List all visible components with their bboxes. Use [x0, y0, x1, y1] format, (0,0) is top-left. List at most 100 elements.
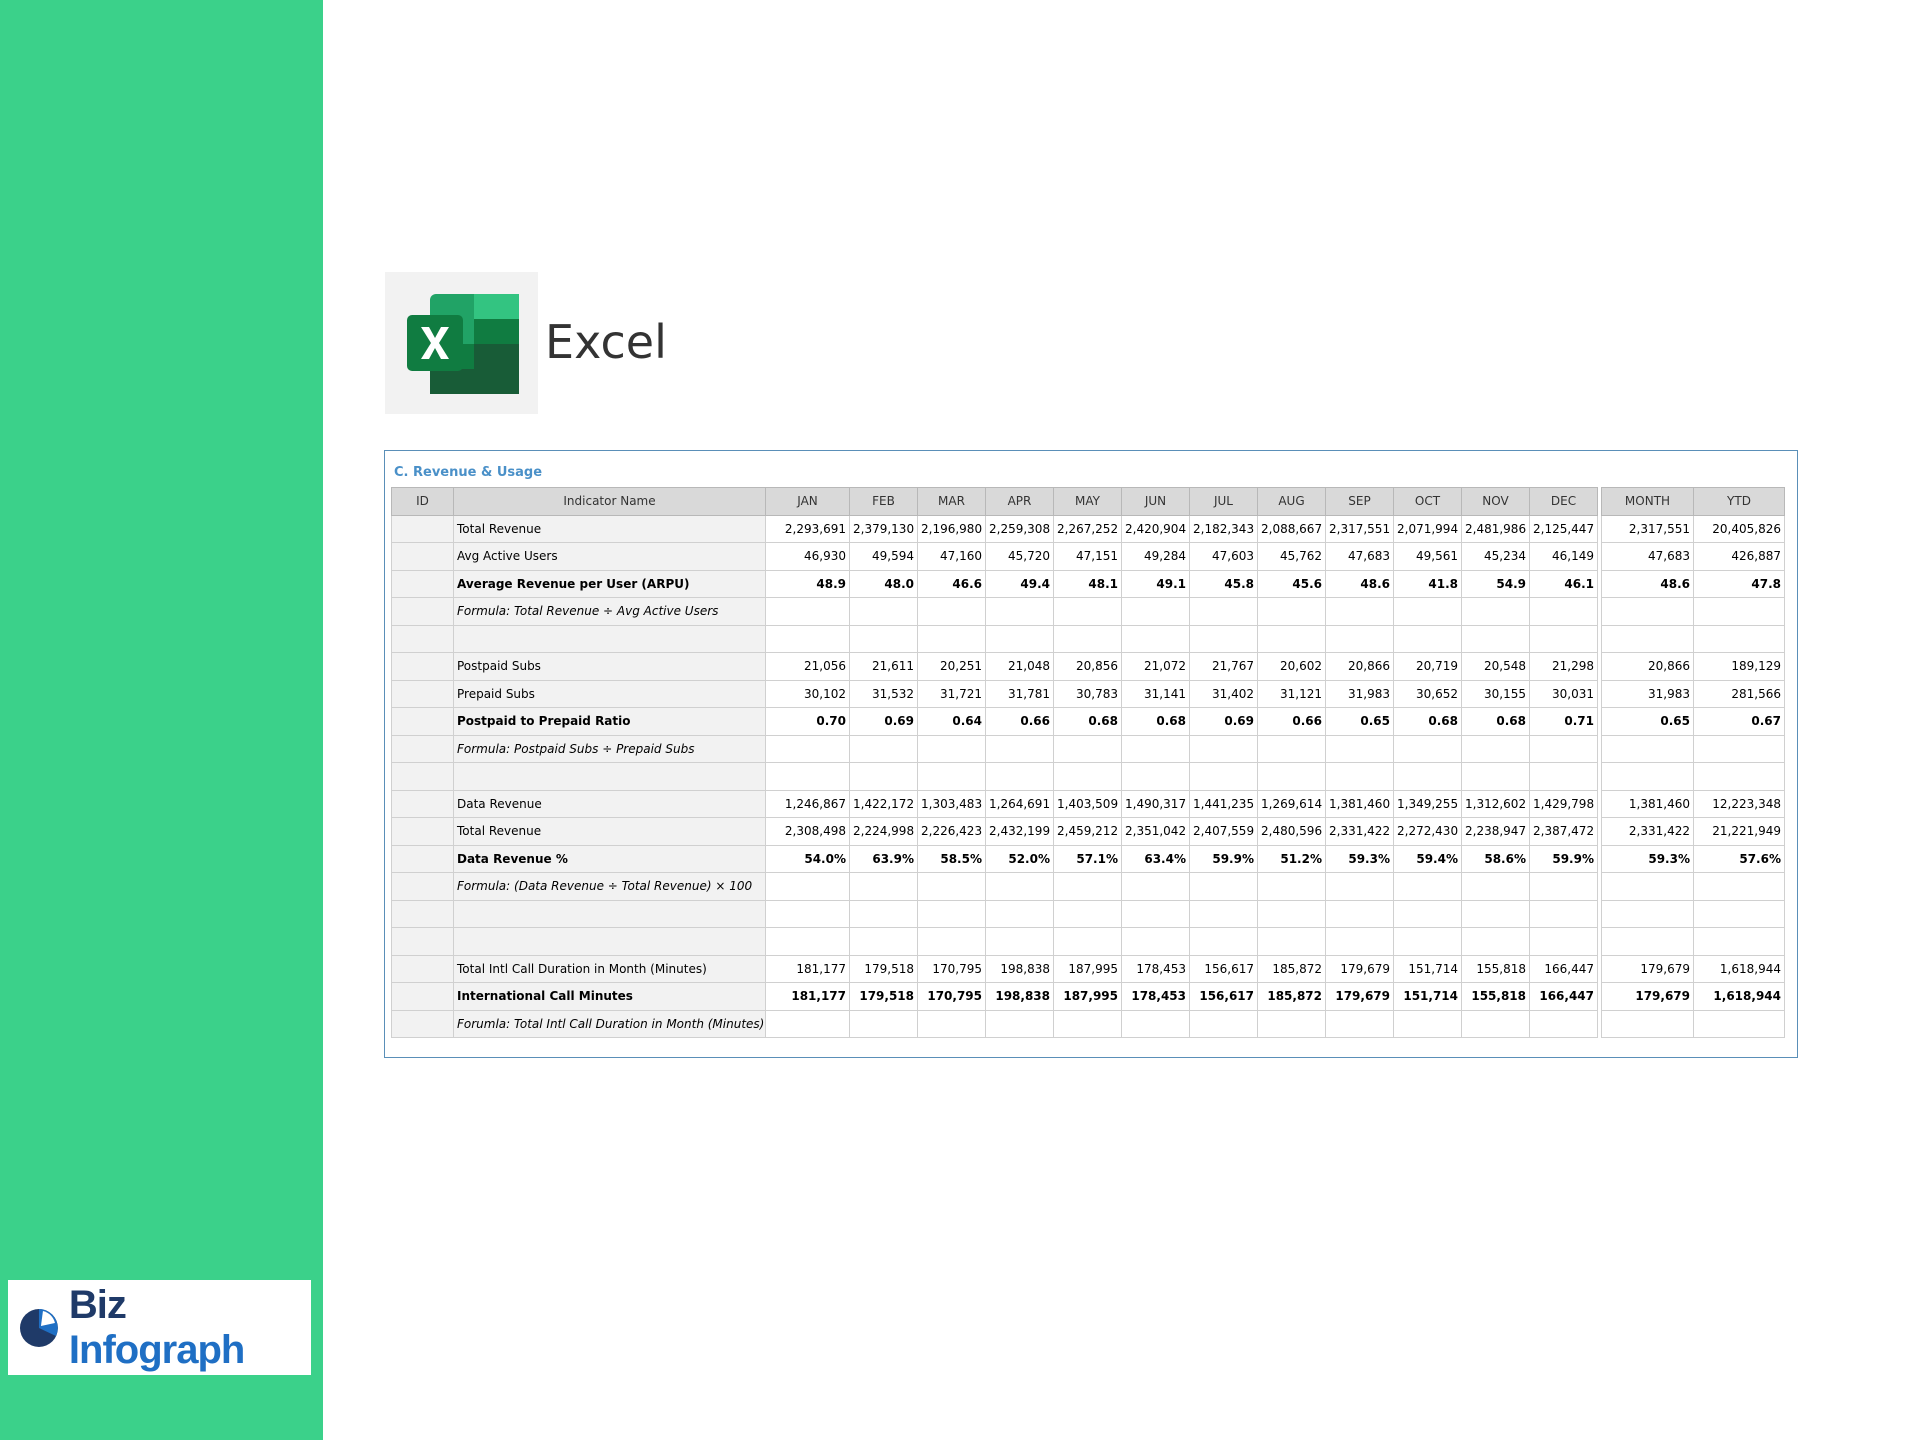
value-cell[interactable]: [1121, 597, 1190, 626]
ytd-value-cell[interactable]: 189,129: [1693, 652, 1785, 681]
id-cell[interactable]: [391, 954, 454, 983]
value-cell[interactable]: 63.4%: [1121, 844, 1190, 873]
value-cell[interactable]: 52.0%: [985, 844, 1054, 873]
indicator-name-cell[interactable]: Avg Active Users: [453, 542, 766, 571]
value-cell[interactable]: 21,048: [985, 652, 1054, 681]
month-value-cell[interactable]: 59.3%: [1601, 844, 1694, 873]
month-value-cell[interactable]: 48.6: [1601, 569, 1694, 598]
value-cell[interactable]: 48.6: [1325, 569, 1394, 598]
value-cell[interactable]: [1189, 762, 1258, 791]
value-cell[interactable]: 151,714: [1393, 954, 1462, 983]
value-cell[interactable]: [1461, 734, 1530, 763]
indicator-name-cell[interactable]: Postpaid to Prepaid Ratio: [453, 707, 766, 736]
value-cell[interactable]: 2,420,904: [1121, 514, 1190, 543]
value-cell[interactable]: [917, 1009, 986, 1038]
value-cell[interactable]: 31,402: [1189, 679, 1258, 708]
value-cell[interactable]: 45.6: [1257, 569, 1326, 598]
value-cell[interactable]: [1325, 872, 1394, 901]
value-cell[interactable]: 1,349,255: [1393, 789, 1462, 818]
value-cell[interactable]: 181,177: [765, 954, 850, 983]
ytd-value-cell[interactable]: 21,221,949: [1693, 817, 1785, 846]
value-cell[interactable]: 187,995: [1053, 982, 1122, 1011]
value-cell[interactable]: 198,838: [985, 954, 1054, 983]
indicator-name-cell[interactable]: Data Revenue: [453, 789, 766, 818]
ytd-value-cell[interactable]: 20,405,826: [1693, 514, 1785, 543]
value-cell[interactable]: 31,983: [1325, 679, 1394, 708]
month-value-cell[interactable]: 0.65: [1601, 707, 1694, 736]
value-cell[interactable]: [1393, 872, 1462, 901]
value-cell[interactable]: 2,387,472: [1529, 817, 1598, 846]
column-header-feb[interactable]: FEB: [849, 487, 918, 516]
month-value-cell[interactable]: [1601, 762, 1694, 791]
value-cell[interactable]: 20,548: [1461, 652, 1530, 681]
value-cell[interactable]: 20,251: [917, 652, 986, 681]
value-cell[interactable]: 2,459,212: [1053, 817, 1122, 846]
id-cell[interactable]: [391, 679, 454, 708]
indicator-name-cell[interactable]: Prepaid Subs: [453, 679, 766, 708]
value-cell[interactable]: [985, 734, 1054, 763]
value-cell[interactable]: [1121, 762, 1190, 791]
value-cell[interactable]: 63.9%: [849, 844, 918, 873]
ytd-value-cell[interactable]: [1693, 762, 1785, 791]
value-cell[interactable]: [765, 899, 850, 928]
column-header-ytd[interactable]: YTD: [1693, 487, 1785, 516]
indicator-name-cell[interactable]: [453, 762, 766, 791]
value-cell[interactable]: 2,317,551: [1325, 514, 1394, 543]
ytd-value-cell[interactable]: [1693, 597, 1785, 626]
indicator-name-cell[interactable]: Total Intl Call Duration in Month (Minut…: [453, 954, 766, 983]
column-header-aug[interactable]: AUG: [1257, 487, 1326, 516]
indicator-name-cell[interactable]: [453, 927, 766, 956]
value-cell[interactable]: 30,102: [765, 679, 850, 708]
value-cell[interactable]: 48.1: [1053, 569, 1122, 598]
indicator-name-cell[interactable]: Formula: Total Revenue ÷ Avg Active User…: [453, 597, 766, 626]
value-cell[interactable]: 20,602: [1257, 652, 1326, 681]
value-cell[interactable]: [765, 762, 850, 791]
ytd-value-cell[interactable]: 47.8: [1693, 569, 1785, 598]
value-cell[interactable]: 170,795: [917, 982, 986, 1011]
value-cell[interactable]: [849, 597, 918, 626]
value-cell[interactable]: [985, 899, 1054, 928]
value-cell[interactable]: 2,088,667: [1257, 514, 1326, 543]
column-header-oct[interactable]: OCT: [1393, 487, 1462, 516]
value-cell[interactable]: [765, 1009, 850, 1038]
value-cell[interactable]: [1529, 872, 1598, 901]
column-header-month[interactable]: MONTH: [1601, 487, 1694, 516]
value-cell[interactable]: 45,234: [1461, 542, 1530, 571]
id-cell[interactable]: [391, 982, 454, 1011]
value-cell[interactable]: 2,267,252: [1053, 514, 1122, 543]
value-cell[interactable]: [1053, 597, 1122, 626]
value-cell[interactable]: 31,141: [1121, 679, 1190, 708]
value-cell[interactable]: 2,196,980: [917, 514, 986, 543]
value-cell[interactable]: 178,453: [1121, 982, 1190, 1011]
value-cell[interactable]: [917, 624, 986, 653]
value-cell[interactable]: [1257, 597, 1326, 626]
value-cell[interactable]: 21,072: [1121, 652, 1190, 681]
month-value-cell[interactable]: [1601, 624, 1694, 653]
value-cell[interactable]: [1461, 899, 1530, 928]
ytd-value-cell[interactable]: 1,618,944: [1693, 982, 1785, 1011]
value-cell[interactable]: 179,679: [1325, 954, 1394, 983]
value-cell[interactable]: [849, 762, 918, 791]
value-cell[interactable]: [1257, 899, 1326, 928]
value-cell[interactable]: 30,783: [1053, 679, 1122, 708]
month-value-cell[interactable]: [1601, 734, 1694, 763]
value-cell[interactable]: 21,767: [1189, 652, 1258, 681]
value-cell[interactable]: [985, 872, 1054, 901]
value-cell[interactable]: [1393, 1009, 1462, 1038]
id-cell[interactable]: [391, 789, 454, 818]
value-cell[interactable]: 2,125,447: [1529, 514, 1598, 543]
value-cell[interactable]: 2,379,130: [849, 514, 918, 543]
value-cell[interactable]: [1393, 899, 1462, 928]
column-header-jul[interactable]: JUL: [1189, 487, 1258, 516]
value-cell[interactable]: 58.6%: [1461, 844, 1530, 873]
value-cell[interactable]: 178,453: [1121, 954, 1190, 983]
value-cell[interactable]: 49.1: [1121, 569, 1190, 598]
value-cell[interactable]: 2,224,998: [849, 817, 918, 846]
value-cell[interactable]: [1393, 927, 1462, 956]
value-cell[interactable]: 2,480,596: [1257, 817, 1326, 846]
value-cell[interactable]: 2,182,343: [1189, 514, 1258, 543]
value-cell[interactable]: 31,121: [1257, 679, 1326, 708]
value-cell[interactable]: [1121, 872, 1190, 901]
ytd-value-cell[interactable]: [1693, 872, 1785, 901]
value-cell[interactable]: 0.69: [1189, 707, 1258, 736]
